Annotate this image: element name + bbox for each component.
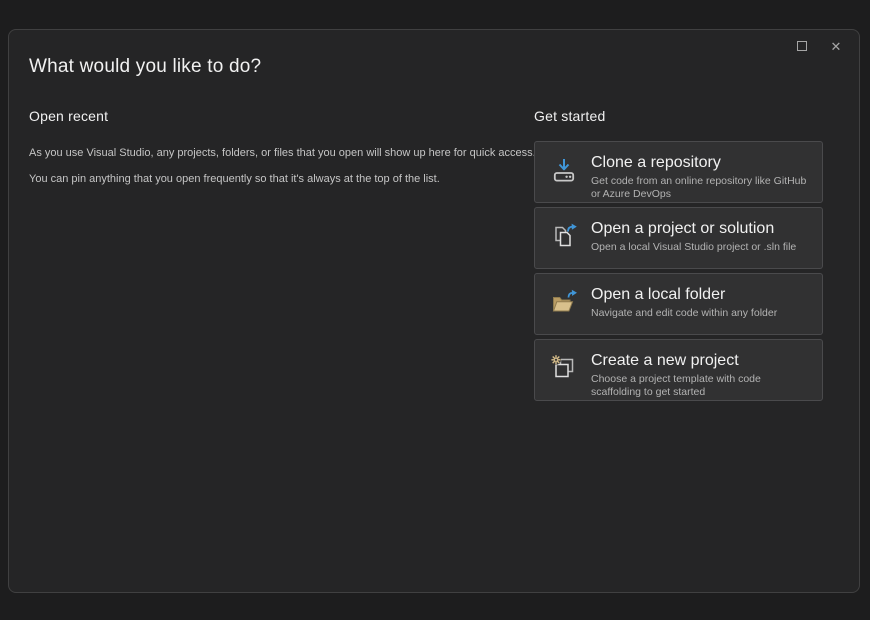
- maximize-button[interactable]: [787, 33, 817, 59]
- get-started-heading: Get started: [534, 108, 823, 124]
- create-new-project-button[interactable]: Create a new project Choose a project te…: [534, 339, 823, 401]
- open-recent-hint-2: You can pin anything that you open frequ…: [29, 173, 514, 186]
- maximize-icon: [797, 41, 807, 51]
- get-started-card-list: Clone a repository Get code from an onli…: [534, 141, 823, 401]
- action-title: Create a new project: [591, 351, 810, 370]
- action-description: Navigate and edit code within any folder: [591, 307, 777, 320]
- start-window-dialog: ✕ What would you like to do? Open recent…: [8, 29, 860, 593]
- open-folder-button[interactable]: Open a local folder Navigate and edit co…: [534, 273, 823, 335]
- clone-repository-icon: [550, 156, 578, 184]
- action-title: Open a local folder: [591, 285, 777, 304]
- action-title: Open a project or solution: [591, 219, 796, 238]
- action-description: Open a local Visual Studio project or .s…: [591, 241, 796, 254]
- action-description: Choose a project template with code scaf…: [591, 373, 810, 399]
- action-title: Clone a repository: [591, 153, 810, 172]
- window-controls: ✕: [787, 33, 851, 59]
- page-title: What would you like to do?: [29, 56, 261, 78]
- close-icon: ✕: [831, 40, 842, 53]
- open-recent-heading: Open recent: [29, 108, 514, 124]
- open-recent-hint-1: As you use Visual Studio, any projects, …: [29, 147, 514, 160]
- create-new-project-icon: [550, 354, 578, 382]
- action-description: Get code from an online repository like …: [591, 175, 810, 201]
- open-project-button[interactable]: Open a project or solution Open a local …: [534, 207, 823, 269]
- close-button[interactable]: ✕: [821, 33, 851, 59]
- get-started-section: Get started Clone a repository Get code …: [534, 108, 823, 405]
- open-folder-icon: [550, 288, 578, 316]
- clone-repository-button[interactable]: Clone a repository Get code from an onli…: [534, 141, 823, 203]
- open-project-icon: [550, 222, 578, 250]
- content-columns: Open recent As you use Visual Studio, an…: [29, 108, 823, 405]
- open-recent-section: Open recent As you use Visual Studio, an…: [29, 108, 514, 405]
